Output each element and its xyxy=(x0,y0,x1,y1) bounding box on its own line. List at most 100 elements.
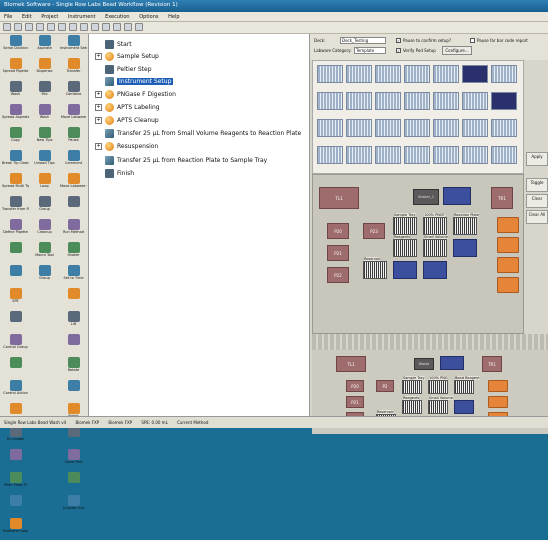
method-step[interactable]: Peltier Step xyxy=(95,63,152,75)
labware-thumbnail[interactable] xyxy=(462,119,488,137)
palette-item[interactable]: Group xyxy=(31,265,58,287)
deck-slot[interactable]: Shaker_1 xyxy=(413,189,439,205)
labware-thumbnail[interactable] xyxy=(346,65,372,83)
palette-item[interactable]: Aspirate xyxy=(31,35,58,57)
expand-toggle-icon[interactable]: + xyxy=(95,52,102,60)
labware-plate[interactable]: Reaction Plate xyxy=(453,213,480,235)
paste-icon[interactable] xyxy=(69,23,77,31)
labware-thumbnail[interactable] xyxy=(462,65,488,83)
pause-icon[interactable] xyxy=(113,23,121,31)
palette-item[interactable]: Control Group xyxy=(2,334,29,356)
palette-item[interactable]: Tip Loader xyxy=(2,426,29,448)
deck-slot[interactable]: Waste xyxy=(414,358,434,370)
labware-thumbnail[interactable] xyxy=(404,92,430,110)
labware-plate[interactable]: Bead Reagent xyxy=(454,376,480,394)
palette-item[interactable]: Lift xyxy=(60,311,87,333)
labware-thumbnail[interactable] xyxy=(491,119,517,137)
palette-item[interactable]: Wash xyxy=(31,104,58,126)
labware-thumbnail[interactable] xyxy=(375,92,401,110)
palette-item[interactable] xyxy=(2,242,29,264)
labware-plate[interactable]: 100% PNG xyxy=(428,376,448,394)
menu-options[interactable]: Options xyxy=(139,14,158,20)
orange-tip-rack[interactable] xyxy=(488,380,508,392)
method-step[interactable]: Transfer 25 µL from Reaction Plate to Sa… xyxy=(95,154,267,166)
palette-item[interactable]: Rotate xyxy=(60,357,87,379)
palette-item[interactable] xyxy=(2,449,29,471)
method-step[interactable]: + APTS Labeling xyxy=(95,101,160,113)
palette-item[interactable]: Loop xyxy=(31,173,58,195)
labware-thumbnail[interactable] xyxy=(491,92,517,110)
palette-item[interactable]: Spread Multi Tips xyxy=(2,173,29,195)
deck-slot[interactable]: P20 xyxy=(327,223,349,239)
copy-icon[interactable] xyxy=(58,23,66,31)
run-icon[interactable] xyxy=(102,23,110,31)
menu-instrument[interactable]: Instrument xyxy=(68,14,96,20)
deck-slot[interactable]: P20 xyxy=(346,380,364,392)
deck-slot[interactable]: P21 xyxy=(327,245,349,261)
palette-item[interactable]: Wash xyxy=(2,81,29,103)
deck-slot[interactable]: P23 xyxy=(363,223,385,239)
deck-slot[interactable]: P2 xyxy=(376,380,394,392)
labware-thumbnail[interactable] xyxy=(346,119,372,137)
orange-tip-rack[interactable] xyxy=(497,257,519,273)
palette-item[interactable]: Spread Pipette xyxy=(2,58,29,80)
labware-plate[interactable]: Reagents xyxy=(402,396,422,414)
labware-plate[interactable]: Reservoir xyxy=(363,257,387,279)
verify-pod-checkbox[interactable]: ✓ Verify Pod Setup xyxy=(396,48,436,53)
menu-edit[interactable]: Edit xyxy=(22,14,32,20)
category-select[interactable]: Template xyxy=(354,47,386,54)
labware-thumbnail[interactable] xyxy=(462,92,488,110)
palette-item[interactable] xyxy=(60,334,87,356)
palette-item[interactable]: Dispense xyxy=(31,58,58,80)
deck-slot[interactable]: TR1 xyxy=(491,187,513,209)
menu-execution[interactable]: Execution xyxy=(105,14,130,20)
palette-item[interactable]: Copy xyxy=(2,127,29,149)
open-icon[interactable] xyxy=(14,23,22,31)
labware-plate[interactable]: 100% PNGF xyxy=(423,213,447,235)
palette-item[interactable]: Combine xyxy=(60,81,87,103)
palette-item[interactable] xyxy=(60,380,87,402)
palette-item[interactable] xyxy=(60,426,87,448)
method-step[interactable]: + Sample Setup xyxy=(95,50,159,62)
expand-toggle-icon[interactable]: + xyxy=(95,116,102,124)
labware-plate[interactable]: Small Volume xyxy=(423,235,448,257)
deck-slot[interactable]: TL1 xyxy=(319,187,359,209)
palette-item[interactable] xyxy=(60,196,87,218)
palette-item[interactable]: Macro Tool xyxy=(31,242,58,264)
labware-thumbnail[interactable] xyxy=(317,65,343,83)
orange-tip-rack[interactable] xyxy=(497,217,519,233)
palette-item[interactable] xyxy=(2,357,29,379)
clear-button[interactable]: Clear xyxy=(526,194,548,208)
palette-item[interactable] xyxy=(2,311,29,333)
method-step[interactable]: + APTS Cleanup xyxy=(95,114,159,126)
orange-tip-rack[interactable] xyxy=(497,277,519,293)
deck-slot[interactable]: TL1 xyxy=(336,356,366,372)
palette-item[interactable]: Group xyxy=(31,196,58,218)
labware-thumbnail[interactable] xyxy=(491,65,517,83)
deck-slot[interactable]: TR1 xyxy=(482,356,502,372)
tip-box[interactable] xyxy=(393,261,417,279)
orange-tip-rack[interactable] xyxy=(497,237,519,253)
palette-item[interactable]: Transfer xyxy=(60,58,87,80)
tip-box[interactable] xyxy=(454,400,474,414)
palette-item[interactable]: Move Labware xyxy=(60,104,87,126)
clear-all-button[interactable]: Clear All xyxy=(526,210,548,224)
labware-plate[interactable]: Sample Tray xyxy=(402,376,425,394)
labware-thumbnail[interactable] xyxy=(433,119,459,137)
labware-thumbnail[interactable] xyxy=(491,146,517,164)
palette-item[interactable] xyxy=(60,472,87,494)
method-step[interactable]: Finish xyxy=(95,167,134,179)
palette-item[interactable]: Set to Time xyxy=(60,265,87,287)
palette-item[interactable]: Serial Port xyxy=(60,449,87,471)
palette-item[interactable]: Break Tip Cleanup xyxy=(2,150,29,172)
labware-thumbnail[interactable] xyxy=(346,146,372,164)
palette-item[interactable]: Multilane Loop xyxy=(2,518,29,540)
labware-thumbnail[interactable] xyxy=(375,119,401,137)
toggle-button[interactable]: Toggle xyxy=(526,178,548,192)
palette-item[interactable]: Unload Tips xyxy=(31,150,58,172)
labware-thumbnail[interactable] xyxy=(404,146,430,164)
palette-item[interactable]: Transfer from File xyxy=(2,196,29,218)
method-step[interactable]: Instrument Setup xyxy=(95,75,174,87)
deck-slot[interactable]: P21 xyxy=(346,396,364,408)
labware-plate[interactable]: Sample Tray xyxy=(393,213,417,235)
